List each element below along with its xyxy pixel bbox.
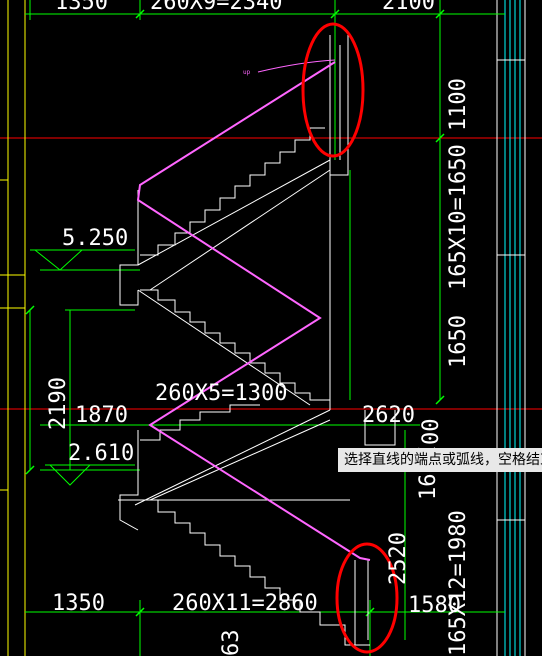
- cad-drawing-canvas[interactable]: up 1350 260X9=2340 2100 5.250 260X5=1300…: [0, 0, 542, 656]
- window-stripes: [504, 0, 521, 656]
- command-prompt-tooltip: 选择直线的端点或弧线，空格结束: [338, 448, 542, 472]
- dim-left-vert: 2190: [46, 377, 71, 430]
- walls: [0, 0, 26, 656]
- elevation-symbol-lower: [45, 464, 135, 486]
- dim-mid-right: 2620: [362, 403, 415, 428]
- dim-top-right: 2100: [382, 0, 435, 15]
- dim-right-vert-lower: 165X12=1980: [446, 510, 471, 656]
- leader-label: up: [243, 69, 251, 76]
- window-frame: [496, 0, 526, 656]
- dim-top-left: 1350: [55, 0, 108, 15]
- dimension-ticks: [25, 9, 445, 617]
- dim-bottom-mid: 260X11=2860: [172, 591, 318, 616]
- dim-mid-left: 1870: [75, 403, 128, 428]
- dim-right-vert-small: 00: [419, 419, 444, 446]
- dim-right-vert-mid: 1650: [446, 315, 471, 368]
- elevation-symbol-upper: [30, 249, 135, 271]
- dim-bottom-cut: 63: [219, 630, 244, 656]
- elev-lower: 2.610: [68, 441, 134, 466]
- dim-right-vert-top: 165X10=1650 1100: [446, 78, 471, 290]
- dimension-lines: [25, 0, 505, 656]
- dim-top-mid: 260X9=2340: [150, 0, 282, 15]
- highlight-ellipse-top: [301, 22, 365, 158]
- elev-upper: 5.250: [62, 226, 128, 251]
- dim-right-vert-lower2: 2520: [386, 532, 411, 585]
- dim-bottom-left: 1350: [52, 591, 105, 616]
- dim-mid-flight: 260X5=1300: [155, 381, 287, 406]
